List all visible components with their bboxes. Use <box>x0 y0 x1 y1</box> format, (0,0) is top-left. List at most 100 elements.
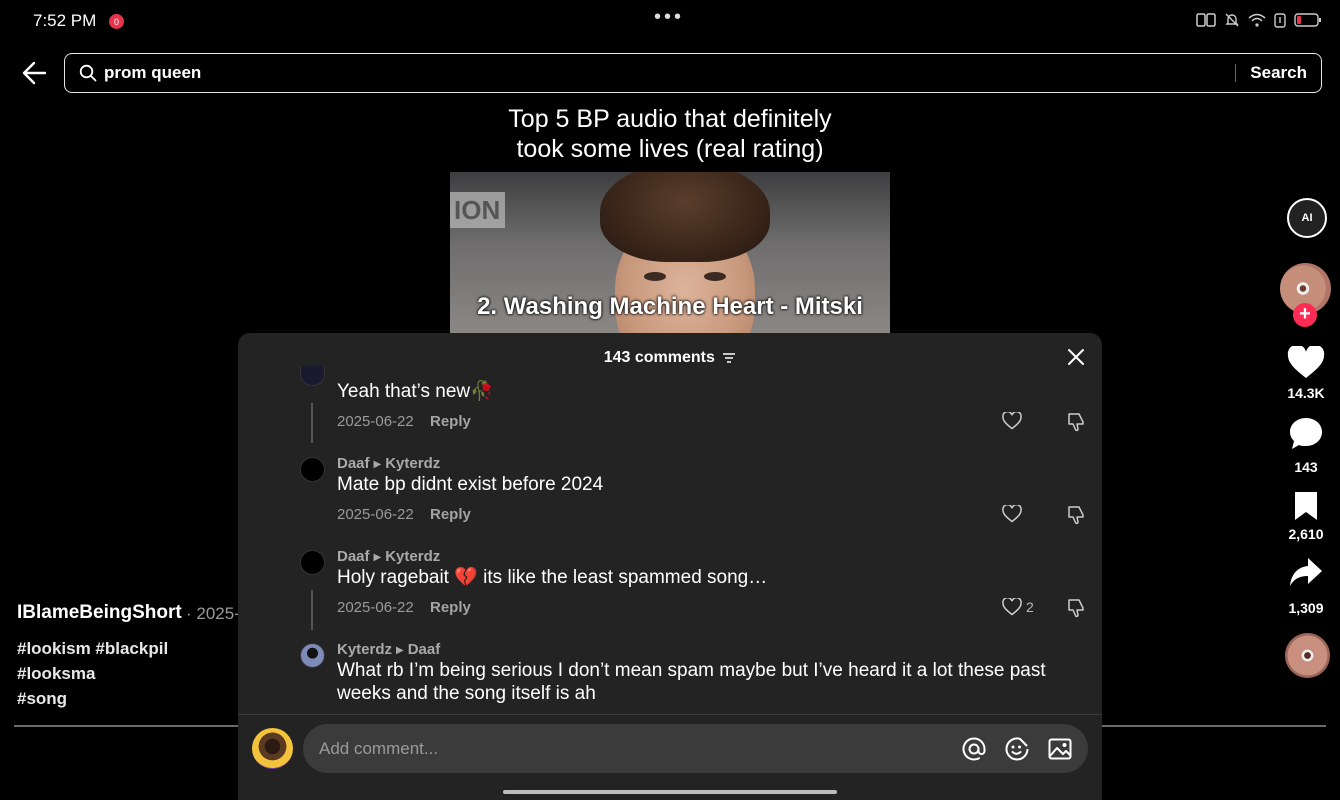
like-button[interactable] <box>1283 346 1329 380</box>
status-time: 7:52 PM <box>33 11 97 30</box>
comment-author[interactable]: Daaf <box>337 455 370 472</box>
comment-avatar[interactable] <box>300 643 325 668</box>
close-comments-button[interactable] <box>1066 347 1086 367</box>
status-icons <box>1196 12 1322 28</box>
thumbs-down-icon <box>1068 506 1084 525</box>
reply-button[interactable]: Reply <box>430 599 471 616</box>
comment-avatar[interactable] <box>300 550 325 575</box>
post-hashtags: #lookism #blackpil #looksma #song <box>17 636 239 711</box>
comments-title: 143 comments <box>603 349 715 366</box>
music-disc-avatar[interactable] <box>1285 633 1330 678</box>
comment-dislike-button[interactable] <box>1066 412 1086 437</box>
comment-author[interactable]: Kyterdz <box>337 641 392 658</box>
video-eye-right <box>704 272 726 281</box>
user-avatar[interactable] <box>252 728 293 769</box>
comments-header: 143 comments <box>238 349 1102 367</box>
at-sign-icon <box>962 737 986 760</box>
post-author[interactable]: IBlameBeingShort <box>17 602 182 624</box>
ai-button[interactable]: AI <box>1287 198 1327 238</box>
video-hair <box>600 172 770 262</box>
reply-button[interactable]: Reply <box>430 413 471 430</box>
reply-arrow-icon: ▶ <box>373 459 382 470</box>
search-bar: Search <box>64 53 1322 93</box>
home-indicator[interactable] <box>503 790 837 794</box>
share-arrow-icon <box>1290 558 1322 586</box>
comment-like-button[interactable] <box>1002 412 1026 430</box>
comment-text: Holy ragebait 💔 its like the least spamm… <box>337 567 768 588</box>
comment-date: 2025-06-22 <box>337 413 414 430</box>
save-button[interactable] <box>1283 490 1329 522</box>
post-date: · 2025- <box>186 604 240 623</box>
search-button[interactable]: Search <box>1236 63 1321 83</box>
close-icon <box>1068 349 1084 365</box>
comment-like-button[interactable]: 2 <box>1002 598 1034 616</box>
mention-button[interactable] <box>959 734 989 764</box>
image-button[interactable] <box>1045 734 1075 764</box>
wifi-icon <box>1248 13 1266 27</box>
comment-meta: Daaf ▶ Kyterdz <box>337 455 440 472</box>
reader-mode-icon <box>1196 13 1216 27</box>
heart-outline-icon <box>1002 412 1022 430</box>
image-icon <box>1048 738 1072 759</box>
comment-count: 143 <box>1294 459 1318 475</box>
video-subtitle: 2. Washing Machine Heart - Mitski <box>477 293 863 320</box>
reply-arrow-icon: ▶ <box>396 645 404 656</box>
heart-icon <box>1287 346 1325 378</box>
back-button[interactable] <box>20 60 48 86</box>
hashtags-line2[interactable]: #song <box>17 686 239 711</box>
comment-button[interactable] <box>1283 416 1329 450</box>
reply-button[interactable]: Reply <box>430 506 471 523</box>
comment-text: Yeah that’s new🥀 <box>337 381 494 402</box>
share-count: 1,309 <box>1288 600 1324 616</box>
comment-date: 2025-06-22 <box>337 599 414 616</box>
comment-dislike-button[interactable] <box>1066 598 1086 623</box>
emoji-button[interactable] <box>1002 734 1032 764</box>
channel-watermark: ION <box>450 192 505 228</box>
heart-outline-icon <box>1002 505 1022 523</box>
comment-like-count: 2 <box>1026 599 1034 615</box>
comment-meta: Daaf ▶ Kyterdz <box>337 548 440 565</box>
comment-reply-to[interactable]: Kyterdz <box>385 548 440 565</box>
comment-avatar[interactable] <box>300 366 325 386</box>
thumbs-down-icon <box>1068 413 1084 432</box>
screen-record-indicator: 0 <box>109 14 124 29</box>
thumbs-down-icon <box>1068 599 1084 618</box>
comments-panel: 143 comments Yeah that’s new🥀 2025-06-22… <box>238 333 1102 800</box>
emoji-icon <box>1005 736 1029 760</box>
comment-text: Mate bp didnt exist before 2024 <box>337 474 604 495</box>
comment-date: 2025-06-22 <box>337 506 414 523</box>
comment-avatar[interactable] <box>300 457 325 482</box>
video-caption-line1: Top 5 BP audio that definitely <box>508 105 832 133</box>
video-caption: Top 5 BP audio that definitely took some… <box>450 104 890 164</box>
share-button[interactable] <box>1283 556 1329 588</box>
video-player[interactable]: ION 2. Washing Machine Heart - Mitski <box>450 172 890 334</box>
comment-reply-to[interactable]: Daaf <box>408 641 441 658</box>
follow-button[interactable]: + <box>1293 303 1317 327</box>
heart-outline-icon <box>1002 598 1022 616</box>
search-input[interactable] <box>104 63 1236 83</box>
sim-icon <box>1274 12 1286 28</box>
comment-meta: Kyterdz ▶ Daaf <box>337 641 440 658</box>
search-icon <box>79 64 97 82</box>
comment-author[interactable]: Daaf <box>337 548 370 565</box>
thread-line <box>311 590 313 630</box>
reply-arrow-icon: ▶ <box>373 552 382 563</box>
composer-divider <box>238 714 1102 715</box>
bookmark-icon <box>1295 492 1317 520</box>
comment-like-button[interactable] <box>1002 505 1026 523</box>
more-options-dots[interactable]: ••• <box>654 6 684 29</box>
hashtags-line1[interactable]: #lookism #blackpil #looksma <box>17 636 239 686</box>
comment-reply-to[interactable]: Kyterdz <box>385 455 440 472</box>
video-eye-left <box>644 272 666 281</box>
ai-label: AI <box>1301 212 1313 224</box>
like-count: 14.3K <box>1287 385 1325 401</box>
comment-text: What rb I’m being serious I don’t mean s… <box>337 660 1046 704</box>
battery-low-icon <box>1294 13 1321 27</box>
sort-filter-icon[interactable] <box>722 352 736 364</box>
comment-input[interactable] <box>319 738 959 759</box>
mute-bell-icon <box>1225 13 1239 27</box>
arrow-left-icon <box>22 61 47 85</box>
thread-line <box>311 403 313 443</box>
comment-dislike-button[interactable] <box>1066 505 1086 530</box>
comment-bubble-icon <box>1290 418 1322 449</box>
